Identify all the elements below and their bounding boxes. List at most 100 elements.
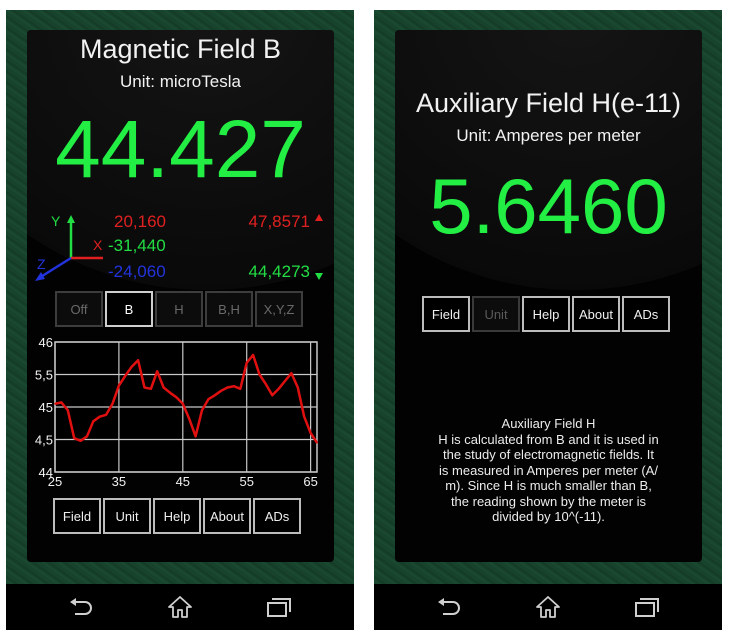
x-axis-label: X bbox=[93, 237, 103, 253]
data-point bbox=[252, 354, 254, 356]
x-tick-label: 35 bbox=[112, 474, 126, 488]
data-point bbox=[182, 402, 184, 405]
data-point bbox=[297, 386, 299, 389]
x-value: 20,160 bbox=[114, 212, 166, 231]
data-point bbox=[309, 432, 312, 434]
y-tick-label: 46 bbox=[39, 336, 53, 350]
data-point bbox=[98, 415, 101, 418]
x-tick-label: 25 bbox=[48, 474, 62, 488]
help-line: H is calculated from B and it is used in bbox=[438, 431, 659, 447]
data-point bbox=[54, 402, 56, 405]
field-reading: 44.427 bbox=[55, 104, 306, 195]
data-point bbox=[79, 440, 82, 442]
data-point bbox=[277, 388, 280, 390]
data-point bbox=[169, 391, 171, 394]
data-point bbox=[156, 370, 159, 373]
back-icon[interactable] bbox=[434, 594, 462, 620]
z-value: -24,060 bbox=[108, 262, 166, 281]
field-reading: 5.6460 bbox=[429, 162, 668, 250]
mode-off-button[interactable]: Off bbox=[55, 291, 103, 327]
data-point bbox=[124, 375, 127, 377]
field-history-chart: 444,5455,54625 35 45 55 65 bbox=[35, 336, 319, 488]
data-point bbox=[60, 401, 63, 404]
menu-button-row: Field Unit Help About ADs bbox=[422, 296, 670, 332]
app-panel: Auxiliary Field H(e-11) Unit: Amperes pe… bbox=[395, 30, 702, 562]
system-navigation-bar bbox=[374, 584, 722, 630]
y-axis-label: Y bbox=[51, 213, 61, 229]
data-point bbox=[188, 417, 190, 420]
data-point bbox=[143, 386, 146, 389]
about-button[interactable]: About bbox=[203, 498, 251, 534]
recent-apps-icon[interactable] bbox=[264, 594, 292, 620]
ads-button[interactable]: ADs bbox=[253, 498, 301, 534]
help-line: divided by 10^(-11). bbox=[492, 509, 605, 524]
data-point bbox=[265, 383, 267, 386]
data-point bbox=[207, 398, 210, 400]
y-tick-label: 45 bbox=[39, 400, 53, 415]
unit-label: Unit: microTesla bbox=[120, 72, 241, 91]
data-point bbox=[226, 386, 229, 389]
unit-button[interactable]: Unit bbox=[472, 296, 520, 332]
mode-selector: Off B H B,H X,Y,Z bbox=[55, 291, 303, 327]
phone-screenshot-magnetic-field: Magnetic Field B Unit: microTesla 44.427… bbox=[6, 10, 354, 630]
y-tick-label: 4,5 bbox=[35, 433, 53, 448]
data-point bbox=[271, 394, 274, 397]
data-point bbox=[105, 414, 107, 416]
mode-h-button[interactable]: H bbox=[155, 291, 203, 327]
x-tick-label: 65 bbox=[303, 474, 317, 488]
field-button[interactable]: Field bbox=[422, 296, 470, 332]
data-point bbox=[284, 380, 286, 382]
data-point bbox=[137, 359, 139, 361]
data-point bbox=[213, 394, 216, 397]
home-icon[interactable] bbox=[534, 594, 562, 620]
data-point bbox=[162, 386, 165, 389]
about-button[interactable]: About bbox=[572, 296, 620, 332]
help-heading: Auxiliary Field H bbox=[501, 416, 596, 431]
range-min-value: 44,4273 bbox=[248, 262, 310, 281]
data-point bbox=[86, 435, 88, 438]
data-point bbox=[233, 385, 235, 387]
help-line: the reading shown by the meter is bbox=[450, 493, 647, 509]
x-tick-label: 45 bbox=[176, 474, 190, 488]
y-value: -31,440 bbox=[108, 236, 166, 255]
help-line: m). Since H is much smaller than B, bbox=[445, 478, 652, 493]
mode-xyz-button[interactable]: X,Y,Z bbox=[255, 291, 303, 327]
data-point bbox=[239, 388, 242, 390]
z-axis-label: Z bbox=[37, 256, 46, 272]
system-navigation-bar bbox=[6, 584, 354, 630]
help-description: Auxiliary Field H H is calculated from B… bbox=[405, 416, 692, 525]
menu-button-row: Field Unit Help About ADs bbox=[53, 498, 301, 534]
app-panel: Magnetic Field B Unit: microTesla 44.427… bbox=[27, 30, 334, 562]
unit-label: Unit: Amperes per meter bbox=[456, 126, 641, 145]
ads-button[interactable]: ADs bbox=[622, 296, 670, 332]
data-point bbox=[194, 435, 197, 438]
data-point bbox=[118, 384, 120, 387]
data-point bbox=[220, 389, 222, 392]
help-button[interactable]: Help bbox=[522, 296, 570, 332]
data-point bbox=[150, 388, 152, 390]
mode-bh-button[interactable]: B,H bbox=[205, 291, 253, 327]
help-line: is measured in Amperes per meter (A/ bbox=[439, 462, 658, 478]
back-icon[interactable] bbox=[66, 594, 94, 620]
data-point bbox=[316, 441, 318, 444]
page-title: Auxiliary Field H(e-11) bbox=[415, 88, 682, 118]
range-max-value: 47,8571 bbox=[248, 212, 310, 231]
x-tick-label: 55 bbox=[239, 474, 253, 488]
help-button[interactable]: Help bbox=[153, 498, 201, 534]
data-point bbox=[130, 365, 133, 368]
help-line: the study of electromagnetic fields. It bbox=[443, 447, 654, 462]
page-title: Magnetic Field B bbox=[79, 34, 282, 64]
data-point bbox=[201, 409, 203, 412]
data-point bbox=[245, 362, 248, 364]
unit-button[interactable]: Unit bbox=[103, 498, 151, 534]
home-icon[interactable] bbox=[166, 594, 194, 620]
data-point bbox=[290, 372, 293, 374]
data-point bbox=[111, 402, 114, 405]
data-point bbox=[73, 437, 75, 439]
mode-b-button[interactable]: B bbox=[105, 291, 153, 327]
data-point bbox=[66, 409, 69, 412]
data-point bbox=[175, 396, 178, 399]
field-button[interactable]: Field bbox=[53, 498, 101, 534]
data-point bbox=[258, 373, 261, 376]
recent-apps-icon[interactable] bbox=[632, 594, 660, 620]
